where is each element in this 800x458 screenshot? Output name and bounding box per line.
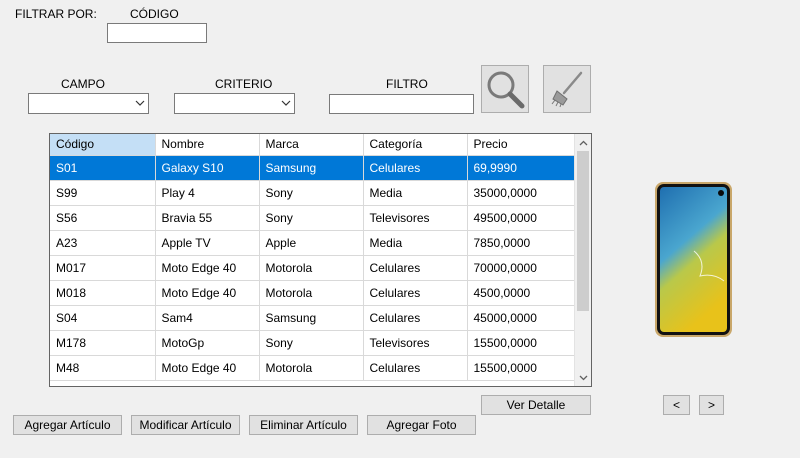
filtro-label: FILTRO (386, 77, 428, 91)
cell-categoria[interactable]: Media (363, 230, 468, 256)
articles-grid[interactable]: Código Nombre Marca Categoría Precio S01… (49, 133, 592, 387)
cell-precio[interactable]: 15500,0000 (467, 355, 577, 381)
cell-marca[interactable]: Samsung (259, 155, 364, 181)
cell-nombre[interactable]: Bravia 55 (155, 205, 260, 231)
cell-codigo[interactable]: S01 (50, 155, 156, 181)
table-row[interactable]: M017 Moto Edge 40 Motorola Celulares 70000,0… (50, 255, 577, 281)
criterio-label: CRITERIO (215, 77, 273, 91)
cell-marca[interactable]: Motorola (259, 280, 364, 306)
agregar-articulo-button[interactable]: Agregar Artículo (13, 415, 122, 435)
cell-categoria[interactable]: Televisores (363, 330, 468, 356)
cell-nombre[interactable]: Play 4 (155, 180, 260, 206)
table-row[interactable]: S56 Bravia 55 Sony Televisores 49500,0000 (50, 205, 577, 231)
search-icon (487, 71, 525, 109)
header-row: Código Nombre Marca Categoría Precio (50, 134, 577, 156)
column-header-precio[interactable]: Precio (467, 134, 577, 156)
table-row[interactable]: A23 Apple TV Apple Media 7850,0000 (50, 230, 577, 256)
cell-nombre[interactable]: Galaxy S10 (155, 155, 260, 181)
cell-codigo[interactable]: S04 (50, 305, 156, 331)
broom-icon (551, 71, 583, 108)
cell-precio[interactable]: 7850,0000 (467, 230, 577, 256)
campo-label: CAMPO (61, 77, 106, 91)
cell-categoria[interactable]: Celulares (363, 355, 468, 381)
modificar-articulo-button[interactable]: Modificar Artículo (131, 415, 240, 435)
scroll-up-icon[interactable] (575, 134, 591, 151)
prev-image-button[interactable]: < (663, 395, 690, 415)
table-row[interactable]: M48 Moto Edge 40 Motorola Celulares 15500,00… (50, 355, 577, 381)
column-header-categoria[interactable]: Categoría (363, 134, 468, 156)
codigo-input[interactable] (107, 23, 207, 43)
cell-categoria[interactable]: Televisores (363, 205, 468, 231)
vertical-scrollbar[interactable] (574, 134, 591, 386)
cell-nombre[interactable]: Moto Edge 40 (155, 355, 260, 381)
cell-precio[interactable]: 70000,0000 (467, 255, 577, 281)
cell-codigo[interactable]: A23 (50, 230, 156, 256)
cell-marca[interactable]: Sony (259, 205, 364, 231)
cell-categoria[interactable]: Celulares (363, 280, 468, 306)
criterio-select[interactable] (174, 93, 295, 114)
scrollbar-thumb[interactable] (577, 151, 589, 311)
cell-nombre[interactable]: MotoGp (155, 330, 260, 356)
cell-marca[interactable]: Motorola (259, 255, 364, 281)
cell-precio[interactable]: 49500,0000 (467, 205, 577, 231)
table-row[interactable]: S01 Galaxy S10 Samsung Celulares 69,9990 (50, 155, 577, 181)
cell-marca[interactable]: Sony (259, 180, 364, 206)
cell-categoria[interactable]: Celulares (363, 155, 468, 181)
scroll-down-icon[interactable] (575, 369, 591, 386)
codigo-label: CÓDIGO (130, 7, 179, 21)
column-header-codigo[interactable]: Código (50, 134, 156, 156)
clear-filter-button[interactable] (543, 65, 591, 113)
cell-codigo[interactable]: M178 (50, 330, 156, 356)
chevron-down-icon (281, 100, 291, 106)
cell-precio[interactable]: 15500,0000 (467, 330, 577, 356)
next-image-button[interactable]: > (699, 395, 724, 415)
filtro-input[interactable] (329, 94, 474, 114)
table-row[interactable]: S04 Sam4 Samsung Celulares 45000,0000 (50, 305, 577, 331)
cell-codigo[interactable]: S56 (50, 205, 156, 231)
agregar-foto-button[interactable]: Agregar Foto (367, 415, 476, 435)
cell-precio[interactable]: 4500,0000 (467, 280, 577, 306)
cell-nombre[interactable]: Sam4 (155, 305, 260, 331)
cell-codigo[interactable]: M018 (50, 280, 156, 306)
chevron-down-icon (135, 100, 145, 106)
cell-codigo[interactable]: M017 (50, 255, 156, 281)
ver-detalle-button[interactable]: Ver Detalle (481, 395, 591, 415)
column-header-nombre[interactable]: Nombre (155, 134, 260, 156)
cell-precio[interactable]: 45000,0000 (467, 305, 577, 331)
cell-marca[interactable]: Samsung (259, 305, 364, 331)
cell-marca[interactable]: Sony (259, 330, 364, 356)
search-button[interactable] (481, 65, 529, 113)
cell-precio[interactable]: 35000,0000 (467, 180, 577, 206)
cell-precio[interactable]: 69,9990 (467, 155, 577, 181)
cell-codigo[interactable]: S99 (50, 180, 156, 206)
cell-categoria[interactable]: Celulares (363, 255, 468, 281)
filtrar-por-label: FILTRAR POR: (15, 7, 97, 21)
cell-nombre[interactable]: Apple TV (155, 230, 260, 256)
table-row[interactable]: M178 MotoGp Sony Televisores 15500,0000 (50, 330, 577, 356)
cell-categoria[interactable]: Media (363, 180, 468, 206)
cell-categoria[interactable]: Celulares (363, 305, 468, 331)
table-row[interactable]: S99 Play 4 Sony Media 35000,0000 (50, 180, 577, 206)
cell-codigo[interactable]: M48 (50, 355, 156, 381)
cell-nombre[interactable]: Moto Edge 40 (155, 280, 260, 306)
cell-nombre[interactable]: Moto Edge 40 (155, 255, 260, 281)
table-row[interactable]: M018 Moto Edge 40 Motorola Celulares 4500,00… (50, 280, 577, 306)
product-image (654, 181, 733, 338)
cell-marca[interactable]: Motorola (259, 355, 364, 381)
articles-table: Código Nombre Marca Categoría Precio S01… (50, 134, 577, 381)
cell-marca[interactable]: Apple (259, 230, 364, 256)
campo-select[interactable] (28, 93, 149, 114)
column-header-marca[interactable]: Marca (259, 134, 364, 156)
eliminar-articulo-button[interactable]: Eliminar Artículo (249, 415, 358, 435)
